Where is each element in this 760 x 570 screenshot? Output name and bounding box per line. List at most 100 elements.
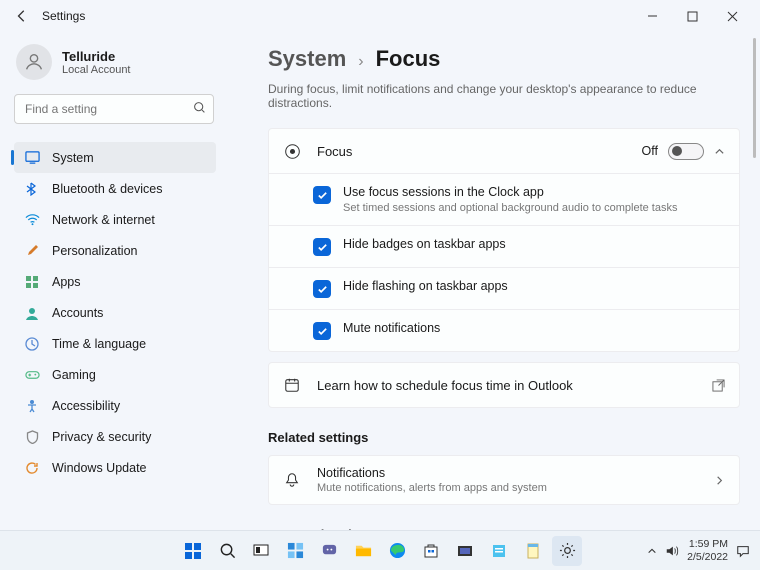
sidebar-item-label: Network & internet [52,213,155,227]
outlook-link-card[interactable]: Learn how to schedule focus time in Outl… [268,362,740,408]
access-icon [24,398,40,414]
focus-option-row: Use focus sessions in the Clock app Set t… [269,173,739,225]
sidebar-item-label: Personalization [52,244,137,258]
search-box [14,94,214,124]
taskbar-app-1-icon[interactable] [450,536,480,566]
brush-icon [24,243,40,259]
maximize-button[interactable] [672,2,712,30]
acct-icon [24,305,40,321]
account-block[interactable]: Telluride Local Account [14,38,216,94]
sidebar-item-accessibility[interactable]: Accessibility [14,390,216,421]
option-label: Use focus sessions in the Clock app [343,185,677,199]
calendar-icon [283,376,301,394]
wifi-icon [24,212,40,228]
sidebar-item-label: Apps [52,275,81,289]
account-type: Local Account [62,64,131,76]
sidebar-item-bluetooth-devices[interactable]: Bluetooth & devices [14,173,216,204]
clock-date: 2/5/2022 [687,551,728,563]
option-label: Hide badges on taskbar apps [343,237,506,251]
time-icon [24,336,40,352]
tray-chevron-icon[interactable] [647,546,657,556]
option-label: Mute notifications [343,321,440,335]
focus-card: Focus Off Use focus sessions in the Cloc… [268,128,740,352]
page-subtitle: During focus, limit notifications and ch… [268,82,740,110]
bell-icon [283,471,301,489]
sidebar-item-label: Time & language [52,337,146,351]
game-icon [24,367,40,383]
update-icon [24,460,40,476]
sidebar-item-apps[interactable]: Apps [14,266,216,297]
sidebar-item-windows-update[interactable]: Windows Update [14,452,216,483]
close-button[interactable] [712,2,752,30]
settings-app-icon[interactable] [552,536,582,566]
window-title: Settings [42,9,85,23]
focus-option-row: Hide badges on taskbar apps [269,225,739,267]
start-button[interactable] [178,536,208,566]
scrollbar-thumb[interactable] [753,38,756,158]
checkbox[interactable] [313,238,331,256]
back-button[interactable] [8,2,36,30]
sidebar-item-time-language[interactable]: Time & language [14,328,216,359]
sidebar-item-label: Accessibility [52,399,120,413]
focus-option-row: Hide flashing on taskbar apps [269,267,739,309]
focus-card-header[interactable]: Focus Off [269,129,739,173]
store-icon[interactable] [416,536,446,566]
taskbar-app-2-icon[interactable] [484,536,514,566]
task-view-icon[interactable] [246,536,276,566]
option-label: Hide flashing on taskbar apps [343,279,508,293]
checkbox[interactable] [313,280,331,298]
search-input[interactable] [14,94,214,124]
notifications-title: Notifications [317,466,547,480]
sidebar-item-label: Bluetooth & devices [52,182,163,196]
sidebar-item-label: Accounts [52,306,103,320]
breadcrumb: System › Focus [268,46,740,72]
sidebar-item-system[interactable]: System [14,142,216,173]
account-name: Telluride [62,49,131,64]
chevron-up-icon [714,146,725,157]
search-icon [193,101,206,114]
notifications-card[interactable]: Notifications Mute notifications, alerts… [268,455,740,505]
focus-toggle[interactable] [668,143,704,160]
apps-icon [24,274,40,290]
priv-icon [24,429,40,445]
breadcrumb-sep-icon: › [358,53,363,71]
edge-icon[interactable] [382,536,412,566]
bt-icon [24,181,40,197]
system-icon [24,150,40,166]
sidebar-item-gaming[interactable]: Gaming [14,359,216,390]
checkbox[interactable] [313,186,331,204]
sidebar-item-label: Windows Update [52,461,147,475]
checkbox[interactable] [313,322,331,340]
focus-state-label: Off [642,144,658,158]
widgets-icon[interactable] [280,536,310,566]
focus-option-row: Mute notifications [269,309,739,351]
avatar-icon [16,44,52,80]
focus-icon [283,142,301,160]
volume-icon[interactable] [665,544,679,558]
notifications-sub: Mute notifications, alerts from apps and… [317,482,547,494]
breadcrumb-parent[interactable]: System [268,46,346,72]
minimize-button[interactable] [632,2,672,30]
sidebar-item-privacy-security[interactable]: Privacy & security [14,421,216,452]
sidebar-item-label: Gaming [52,368,96,382]
sidebar: Telluride Local Account System Bluetooth … [0,32,230,530]
sidebar-item-personalization[interactable]: Personalization [14,235,216,266]
notification-center-icon[interactable] [736,544,750,558]
page-title: Focus [376,46,441,72]
chevron-right-icon [714,475,725,486]
outlook-link-label: Learn how to schedule focus time in Outl… [317,378,573,393]
notepad-icon[interactable] [518,536,548,566]
taskbar-search-icon[interactable] [212,536,242,566]
clock[interactable]: 1:59 PM 2/5/2022 [687,538,728,562]
clock-time: 1:59 PM [689,538,728,550]
chat-icon[interactable] [314,536,344,566]
option-sublabel: Set timed sessions and optional backgrou… [343,202,677,214]
sidebar-item-label: Privacy & security [52,430,151,444]
sidebar-item-network-internet[interactable]: Network & internet [14,204,216,235]
related-settings-heading: Related settings [268,430,740,445]
explorer-icon[interactable] [348,536,378,566]
sidebar-item-label: System [52,151,94,165]
sidebar-item-accounts[interactable]: Accounts [14,297,216,328]
open-external-icon [712,379,725,392]
taskbar: 1:59 PM 2/5/2022 [0,530,760,570]
